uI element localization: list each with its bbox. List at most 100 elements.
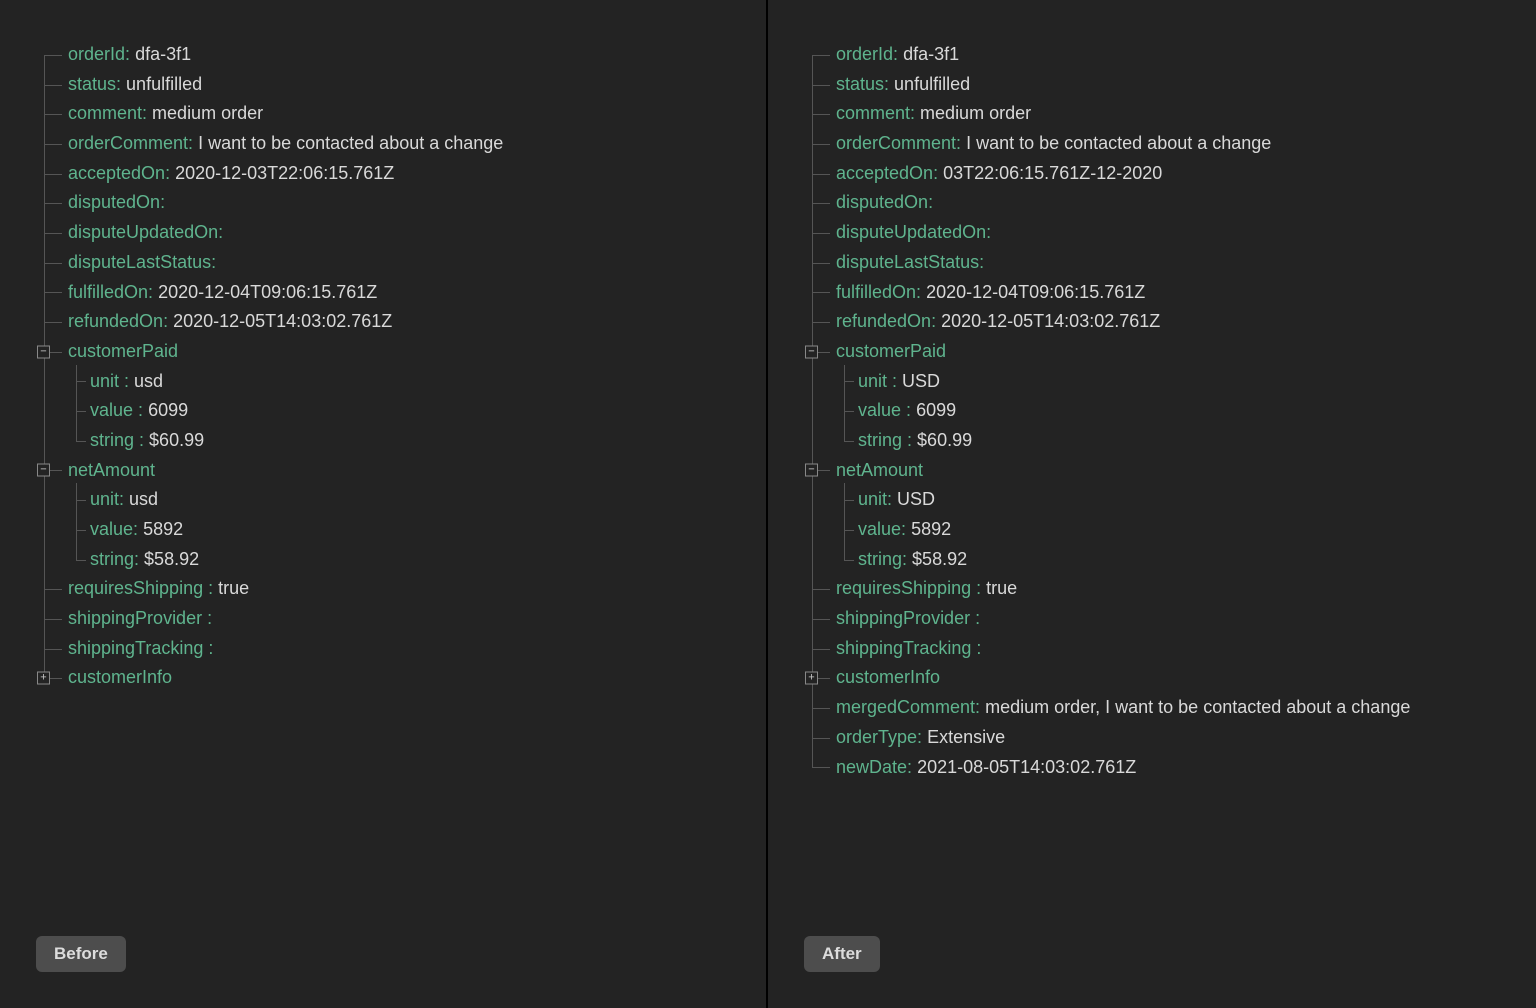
field-key: disputedOn:	[836, 192, 933, 212]
collapse-icon[interactable]	[37, 464, 50, 477]
tree-row: value: 5892	[804, 515, 1506, 545]
field-key: orderComment:	[68, 133, 193, 153]
field-value: 5892	[143, 519, 183, 539]
field-key: shippingProvider :	[836, 608, 980, 628]
field-key: customerPaid	[68, 341, 178, 361]
tree-row: shippingTracking :	[36, 634, 738, 664]
tree-row: customerInfo	[36, 663, 738, 693]
field-key: acceptedOn:	[836, 163, 938, 183]
tree-row: shippingProvider :	[36, 604, 738, 634]
field-key: status:	[836, 74, 889, 94]
field-key: comment:	[836, 103, 915, 123]
tree-row: netAmount	[36, 456, 738, 486]
expand-icon[interactable]	[37, 672, 50, 685]
after-tree: orderId: dfa-3f1status: unfulfilledcomme…	[804, 40, 1506, 782]
tree-row: fulfilledOn: 2020-12-04T09:06:15.761Z	[36, 278, 738, 308]
tree-row: string : $60.99	[804, 426, 1506, 456]
field-key: value:	[858, 519, 906, 539]
field-value: 5892	[911, 519, 951, 539]
field-key: unit:	[90, 489, 124, 509]
field-value: 2020-12-03T22:06:15.761Z	[175, 163, 394, 183]
field-key: refundedOn:	[68, 311, 168, 331]
field-value: $60.99	[149, 430, 204, 450]
tree-row: orderComment: I want to be contacted abo…	[36, 129, 738, 159]
field-value: $60.99	[917, 430, 972, 450]
field-value: USD	[897, 489, 935, 509]
tree-row: netAmount	[804, 456, 1506, 486]
field-key: unit:	[858, 489, 892, 509]
before-pane: orderId: dfa-3f1 status: unfulfilled comme…	[0, 0, 768, 1008]
tree-row: refundedOn: 2020-12-05T14:03:02.761Z	[804, 307, 1506, 337]
field-key: status:	[68, 74, 121, 94]
tree-row: disputedOn:	[36, 188, 738, 218]
field-value: 03T22:06:15.761Z-12-2020	[943, 163, 1162, 183]
field-key: string :	[858, 430, 912, 450]
field-key: fulfilledOn:	[68, 282, 153, 302]
field-value: usd	[129, 489, 158, 509]
tree-row: comment: medium order	[804, 99, 1506, 129]
tree-row: customerInfo	[804, 663, 1506, 693]
field-value: 6099	[916, 400, 956, 420]
field-key: string:	[90, 549, 139, 569]
field-value: unfulfilled	[126, 74, 202, 94]
tree-row: newDate: 2021-08-05T14:03:02.761Z	[804, 753, 1506, 783]
tree-row: customerPaid	[804, 337, 1506, 367]
collapse-icon[interactable]	[805, 345, 818, 358]
tree-row: value : 6099	[36, 396, 738, 426]
tree-row: fulfilledOn: 2020-12-04T09:06:15.761Z	[804, 278, 1506, 308]
field-value: true	[986, 578, 1017, 598]
tree-row: refundedOn: 2020-12-05T14:03:02.761Z	[36, 307, 738, 337]
tree-row: unit : usd	[36, 367, 738, 397]
tree-row: orderId: dfa-3f1	[804, 40, 1506, 70]
field-key: orderType:	[836, 727, 922, 747]
diff-view: orderId: dfa-3f1status: unfulfilledcomme…	[0, 0, 1536, 1008]
tree-row: disputeUpdatedOn:	[804, 218, 1506, 248]
expand-icon[interactable]	[805, 672, 818, 685]
after-label: After	[804, 936, 880, 972]
tree-row: acceptedOn: 2020-12-03T22:06:15.761Z	[36, 159, 738, 189]
tree-row: value: 5892	[36, 515, 738, 545]
field-key: disputeLastStatus:	[68, 252, 216, 272]
tree-row: acceptedOn: 03T22:06:15.761Z-12-2020	[804, 159, 1506, 189]
field-value: USD	[902, 371, 940, 391]
tree-row: unit: usd	[36, 485, 738, 515]
tree-row: status: unfulfilled	[804, 70, 1506, 100]
field-key: disputeUpdatedOn:	[836, 222, 991, 242]
tree-row: disputedOn:	[804, 188, 1506, 218]
field-value: dfa-3f1	[903, 44, 959, 64]
field-key: newDate:	[836, 757, 912, 777]
field-key: netAmount	[836, 460, 923, 480]
tree-row: unit: USD	[804, 485, 1506, 515]
field-key: value:	[90, 519, 138, 539]
field-key: acceptedOn:	[68, 163, 170, 183]
collapse-icon[interactable]	[37, 345, 50, 358]
tree-row: comment: medium order	[36, 99, 738, 129]
tree-row: orderComment: I want to be contacted abo…	[804, 129, 1506, 159]
tree-row: string : $60.99	[36, 426, 738, 456]
field-value: medium order	[152, 103, 263, 123]
field-key: value :	[90, 400, 143, 420]
tree-row: orderType: Extensive	[804, 723, 1506, 753]
field-value: 2020-12-05T14:03:02.761Z	[173, 311, 392, 331]
field-value: medium order, I want to be contacted abo…	[985, 697, 1410, 717]
tree-row: shippingTracking :	[804, 634, 1506, 664]
field-value: 2020-12-05T14:03:02.761Z	[941, 311, 1160, 331]
field-value: dfa-3f1	[135, 44, 191, 64]
field-key: customerInfo	[68, 667, 172, 687]
tree-row: shippingProvider :	[804, 604, 1506, 634]
field-value: medium order	[920, 103, 1031, 123]
collapse-icon[interactable]	[805, 464, 818, 477]
after-pane: orderId: dfa-3f1status: unfulfilledcomme…	[768, 0, 1536, 1008]
field-value: true	[218, 578, 249, 598]
before-label: Before	[36, 936, 126, 972]
tree-row: requiresShipping : true	[36, 574, 738, 604]
field-key: disputedOn:	[68, 192, 165, 212]
field-value: unfulfilled	[894, 74, 970, 94]
tree-row: disputeUpdatedOn:	[36, 218, 738, 248]
field-key: fulfilledOn:	[836, 282, 921, 302]
field-key: disputeUpdatedOn:	[68, 222, 223, 242]
field-key: orderId:	[68, 44, 130, 64]
field-key: orderId:	[836, 44, 898, 64]
tree-row: disputeLastStatus:	[36, 248, 738, 278]
field-key: shippingTracking :	[836, 638, 981, 658]
